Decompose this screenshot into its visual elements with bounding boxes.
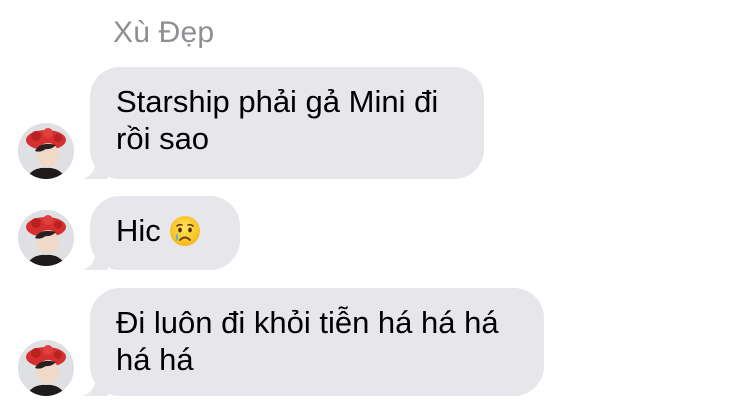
- bubble-tail: [82, 370, 108, 396]
- sender-name: Xù Đẹp: [113, 16, 215, 49]
- message-text: Hic: [116, 213, 161, 248]
- avatar-image: [18, 210, 74, 266]
- message-row: Starship phải gả Mini đi rồi sao: [0, 67, 750, 179]
- avatar-image: [18, 340, 74, 396]
- crying-face-emoji: [169, 215, 201, 255]
- message-bubble[interactable]: Hic: [82, 196, 240, 270]
- message-text: Starship phải gả Mini đi rồi sao: [116, 84, 439, 156]
- message-row: Đi luôn đi khỏi tiễn há há há há há: [0, 288, 750, 396]
- avatar-image: [18, 123, 74, 179]
- message-text: Đi luôn đi khỏi tiễn há há há há há: [116, 305, 499, 377]
- bubble-tail: [82, 244, 108, 270]
- avatar[interactable]: [18, 340, 74, 396]
- message-bubble[interactable]: Đi luôn đi khỏi tiễn há há há há há: [82, 288, 544, 396]
- chat-thread: Xù Đẹp Starship phải gả Mini đi rồi sao: [0, 0, 750, 409]
- message-bubble[interactable]: Starship phải gả Mini đi rồi sao: [82, 67, 484, 179]
- avatar[interactable]: [18, 123, 74, 179]
- bubble-tail: [82, 153, 108, 179]
- message-row: Hic: [0, 196, 750, 270]
- avatar[interactable]: [18, 210, 74, 266]
